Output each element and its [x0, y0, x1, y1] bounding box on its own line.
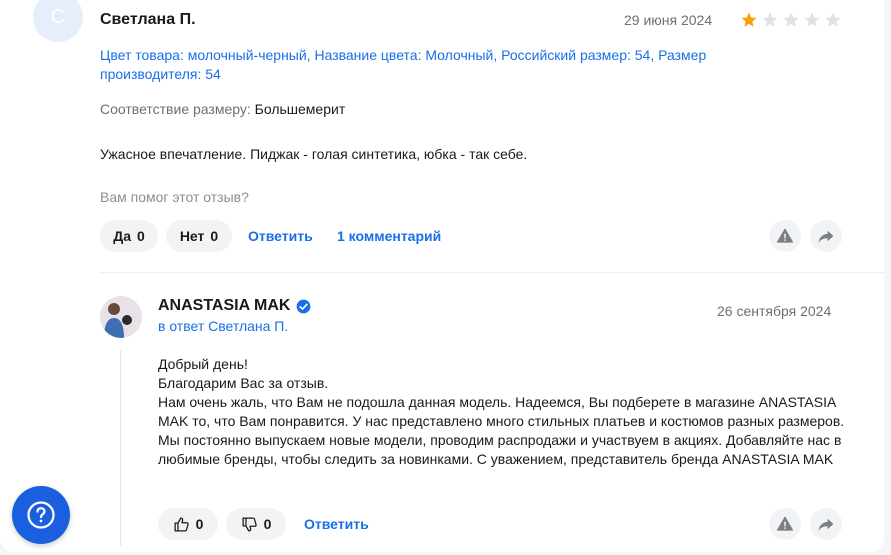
seller-name[interactable]: ANASTASIA MAK: [158, 297, 311, 315]
thumbs-down-icon: [242, 516, 257, 532]
star-empty-icon: [825, 12, 841, 27]
comments-link[interactable]: 1 комментарий: [337, 228, 441, 244]
like-button[interactable]: 0: [158, 508, 218, 540]
helpful-question: Вам помог этот отзыв?: [100, 189, 249, 205]
yes-count: 0: [136, 228, 145, 244]
reply-message: Нам очень жаль, что Вам не подошла данна…: [158, 394, 845, 467]
size-fit-value: Большемерит: [254, 101, 346, 117]
share-button[interactable]: [810, 220, 842, 252]
reply-greeting: Добрый день!: [158, 356, 248, 372]
star-empty-icon: [762, 12, 778, 27]
dislike-button[interactable]: 0: [226, 508, 286, 540]
avatar: С: [33, 0, 83, 42]
seller-logo-image: [100, 296, 142, 338]
size-fit: Соответствие размеру: Большемерит: [100, 101, 345, 117]
reply-thanks: Благодарим Вас за отзыв.: [158, 375, 329, 391]
size-fit-label: Соответствие размеру:: [100, 101, 251, 117]
star-filled-icon: [741, 12, 757, 27]
divider: [100, 272, 884, 273]
helpful-yes-button[interactable]: Да 0: [100, 220, 158, 252]
rating-stars: [740, 11, 842, 29]
reply-text: Добрый день! Благодарим Вас за отзыв. На…: [158, 355, 848, 469]
seller-name-text: ANASTASIA MAK: [158, 297, 291, 314]
like-count: 0: [195, 516, 204, 532]
no-count: 0: [210, 228, 219, 244]
no-label: Нет: [179, 228, 205, 244]
question-mark-icon: [27, 501, 55, 529]
review-text: Ужасное впечатление. Пиджак - голая синт…: [100, 146, 528, 162]
yes-label: Да: [113, 228, 131, 244]
reply-to[interactable]: в ответ Светлана П.: [158, 318, 288, 334]
help-button[interactable]: [12, 486, 70, 544]
seller-avatar[interactable]: [100, 296, 142, 338]
avatar-letter: С: [50, 5, 66, 28]
helpful-no-button[interactable]: Нет 0: [166, 220, 232, 252]
dislike-count: 0: [263, 516, 272, 532]
verified-badge-icon: [297, 299, 311, 313]
review-author[interactable]: Светлана П.: [100, 11, 196, 29]
report-button[interactable]: [769, 220, 801, 252]
share-arrow-icon: [818, 230, 834, 243]
review-date: 29 июня 2024: [624, 12, 713, 28]
reply-report-button[interactable]: [769, 508, 801, 540]
product-params[interactable]: Цвет товара: молочный-черный, Название ц…: [100, 46, 790, 84]
reply-share-button[interactable]: [810, 508, 842, 540]
reply-answer-link[interactable]: Ответить: [304, 516, 369, 532]
star-empty-icon: [783, 12, 799, 27]
review-card: С Светлана П. 29 июня 2024 Цвет товара: …: [0, 0, 884, 552]
thumbs-up-icon: [174, 516, 189, 532]
warning-triangle-icon: [776, 516, 794, 531]
reply-date: 26 сентября 2024: [717, 303, 832, 319]
reply-thread-line: [120, 350, 121, 546]
star-empty-icon: [804, 12, 820, 27]
warning-triangle-icon: [776, 228, 794, 243]
share-arrow-icon: [818, 518, 834, 531]
reply-link[interactable]: Ответить: [248, 228, 313, 244]
